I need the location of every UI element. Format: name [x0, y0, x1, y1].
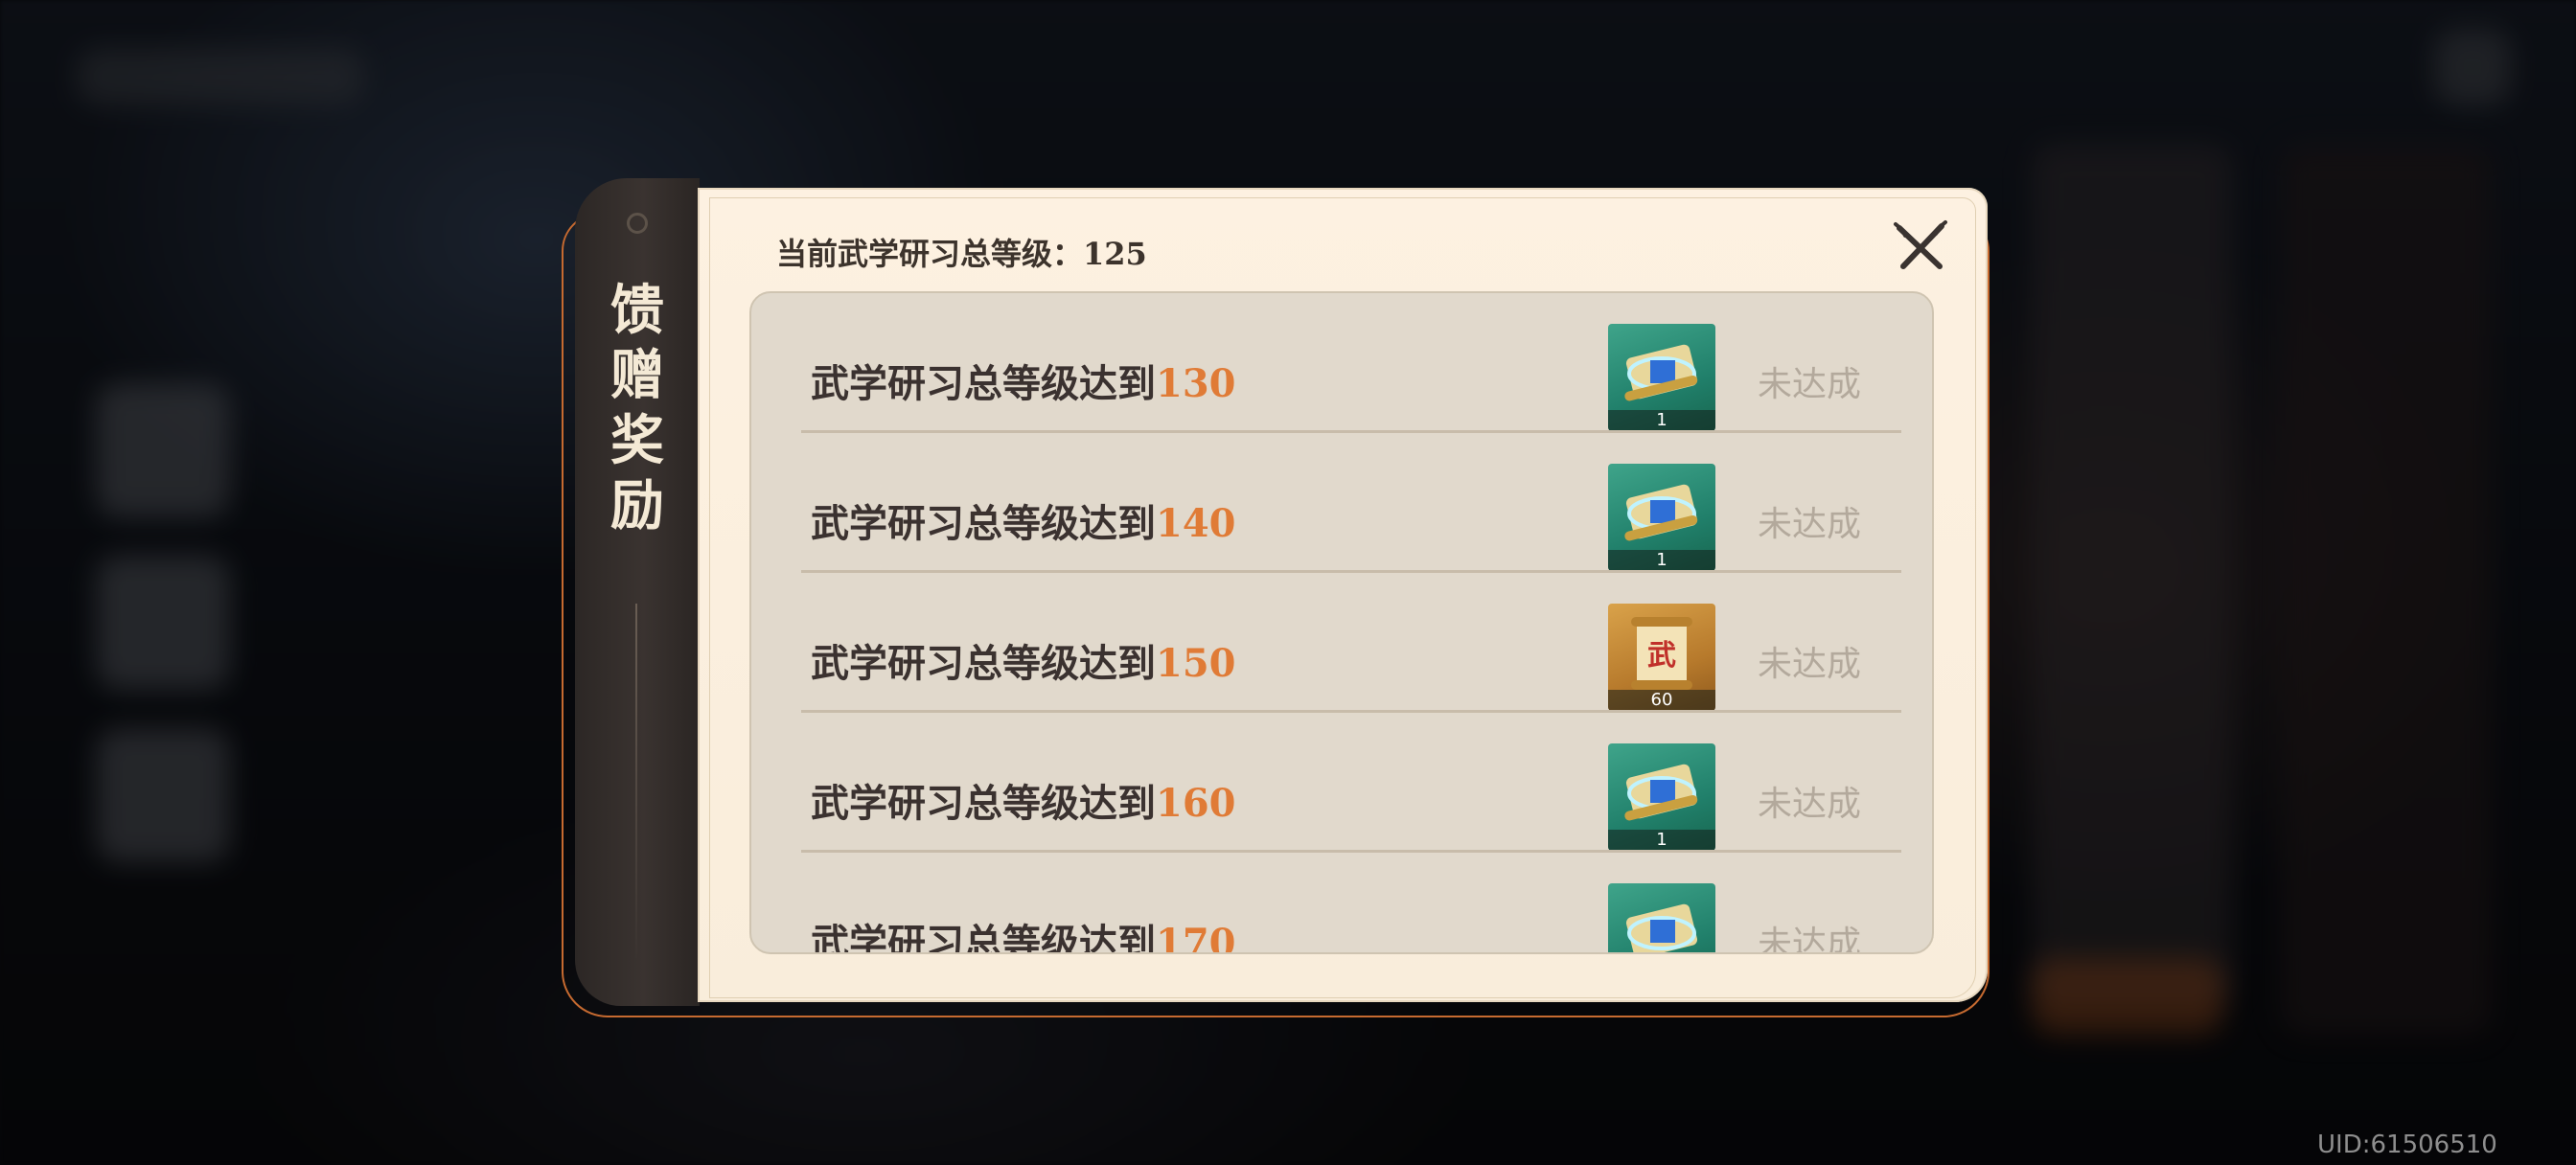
reward-scroll-art [1625, 903, 1698, 952]
reward-list[interactable]: 武学研习总等级达到130 1 未达成 武学研习总等级达到140 1 未达成 武学… [749, 291, 1934, 954]
scroll-teal-icon[interactable] [1608, 883, 1715, 952]
current-level-label: 当前武学研习总等级：125 [776, 236, 1147, 272]
close-button[interactable] [1890, 217, 1951, 278]
condition-level: 130 [1156, 361, 1236, 406]
reward-count: 1 [1608, 550, 1715, 571]
reward-row: 武学研习总等级达到160 1 未达成 [751, 713, 1932, 853]
reward-count: 1 [1608, 410, 1715, 431]
scroll-teal-icon[interactable]: 1 [1608, 324, 1715, 431]
condition-text: 武学研习总等级达到 [811, 501, 1156, 546]
condition-level: 170 [1156, 921, 1236, 954]
reward-row: 武学研习总等级达到150 武 60 未达成 [751, 573, 1932, 713]
status-not-achieved: 未达成 [1758, 365, 1862, 404]
scroll-teal-icon[interactable]: 1 [1608, 743, 1715, 851]
status-not-achieved: 未达成 [1758, 925, 1862, 954]
condition-text: 武学研习总等级达到 [811, 921, 1156, 954]
close-icon [1894, 220, 1947, 269]
reward-row: 武学研习总等级达到140 1 未达成 [751, 433, 1932, 573]
condition-text: 武学研习总等级达到 [811, 361, 1156, 406]
side-banner-divider [635, 604, 637, 958]
reward-row: 武学研习总等级达到170 未达成 [751, 853, 1932, 954]
reward-condition: 武学研习总等级达到130 [811, 353, 1236, 408]
reward-count: 60 [1608, 690, 1715, 711]
reward-condition: 武学研习总等级达到150 [811, 632, 1236, 688]
status-not-achieved: 未达成 [1758, 505, 1862, 544]
reward-condition: 武学研习总等级达到170 [811, 912, 1236, 954]
status-not-achieved: 未达成 [1758, 785, 1862, 824]
scroll-teal-icon[interactable]: 1 [1608, 464, 1715, 571]
side-banner-ornament [627, 213, 648, 234]
condition-text: 武学研习总等级达到 [811, 781, 1156, 826]
condition-level: 150 [1156, 641, 1236, 686]
reward-row: 武学研习总等级达到130 1 未达成 [751, 293, 1932, 433]
reward-condition: 武学研习总等级达到140 [811, 492, 1236, 548]
reward-count: 1 [1608, 830, 1715, 851]
condition-text: 武学研习总等级达到 [811, 641, 1156, 686]
reward-glyph: 武 [1647, 639, 1676, 673]
condition-level: 140 [1156, 501, 1236, 546]
dialog-side-title: 馈 赠 奖 励 [610, 279, 664, 537]
user-id-label: UID:61506510 [2317, 1131, 2497, 1159]
reward-condition: 武学研习总等级达到160 [811, 772, 1236, 828]
status-not-achieved: 未达成 [1758, 645, 1862, 684]
martial-scroll-gold-icon[interactable]: 武 60 [1608, 604, 1715, 711]
condition-level: 160 [1156, 781, 1236, 826]
